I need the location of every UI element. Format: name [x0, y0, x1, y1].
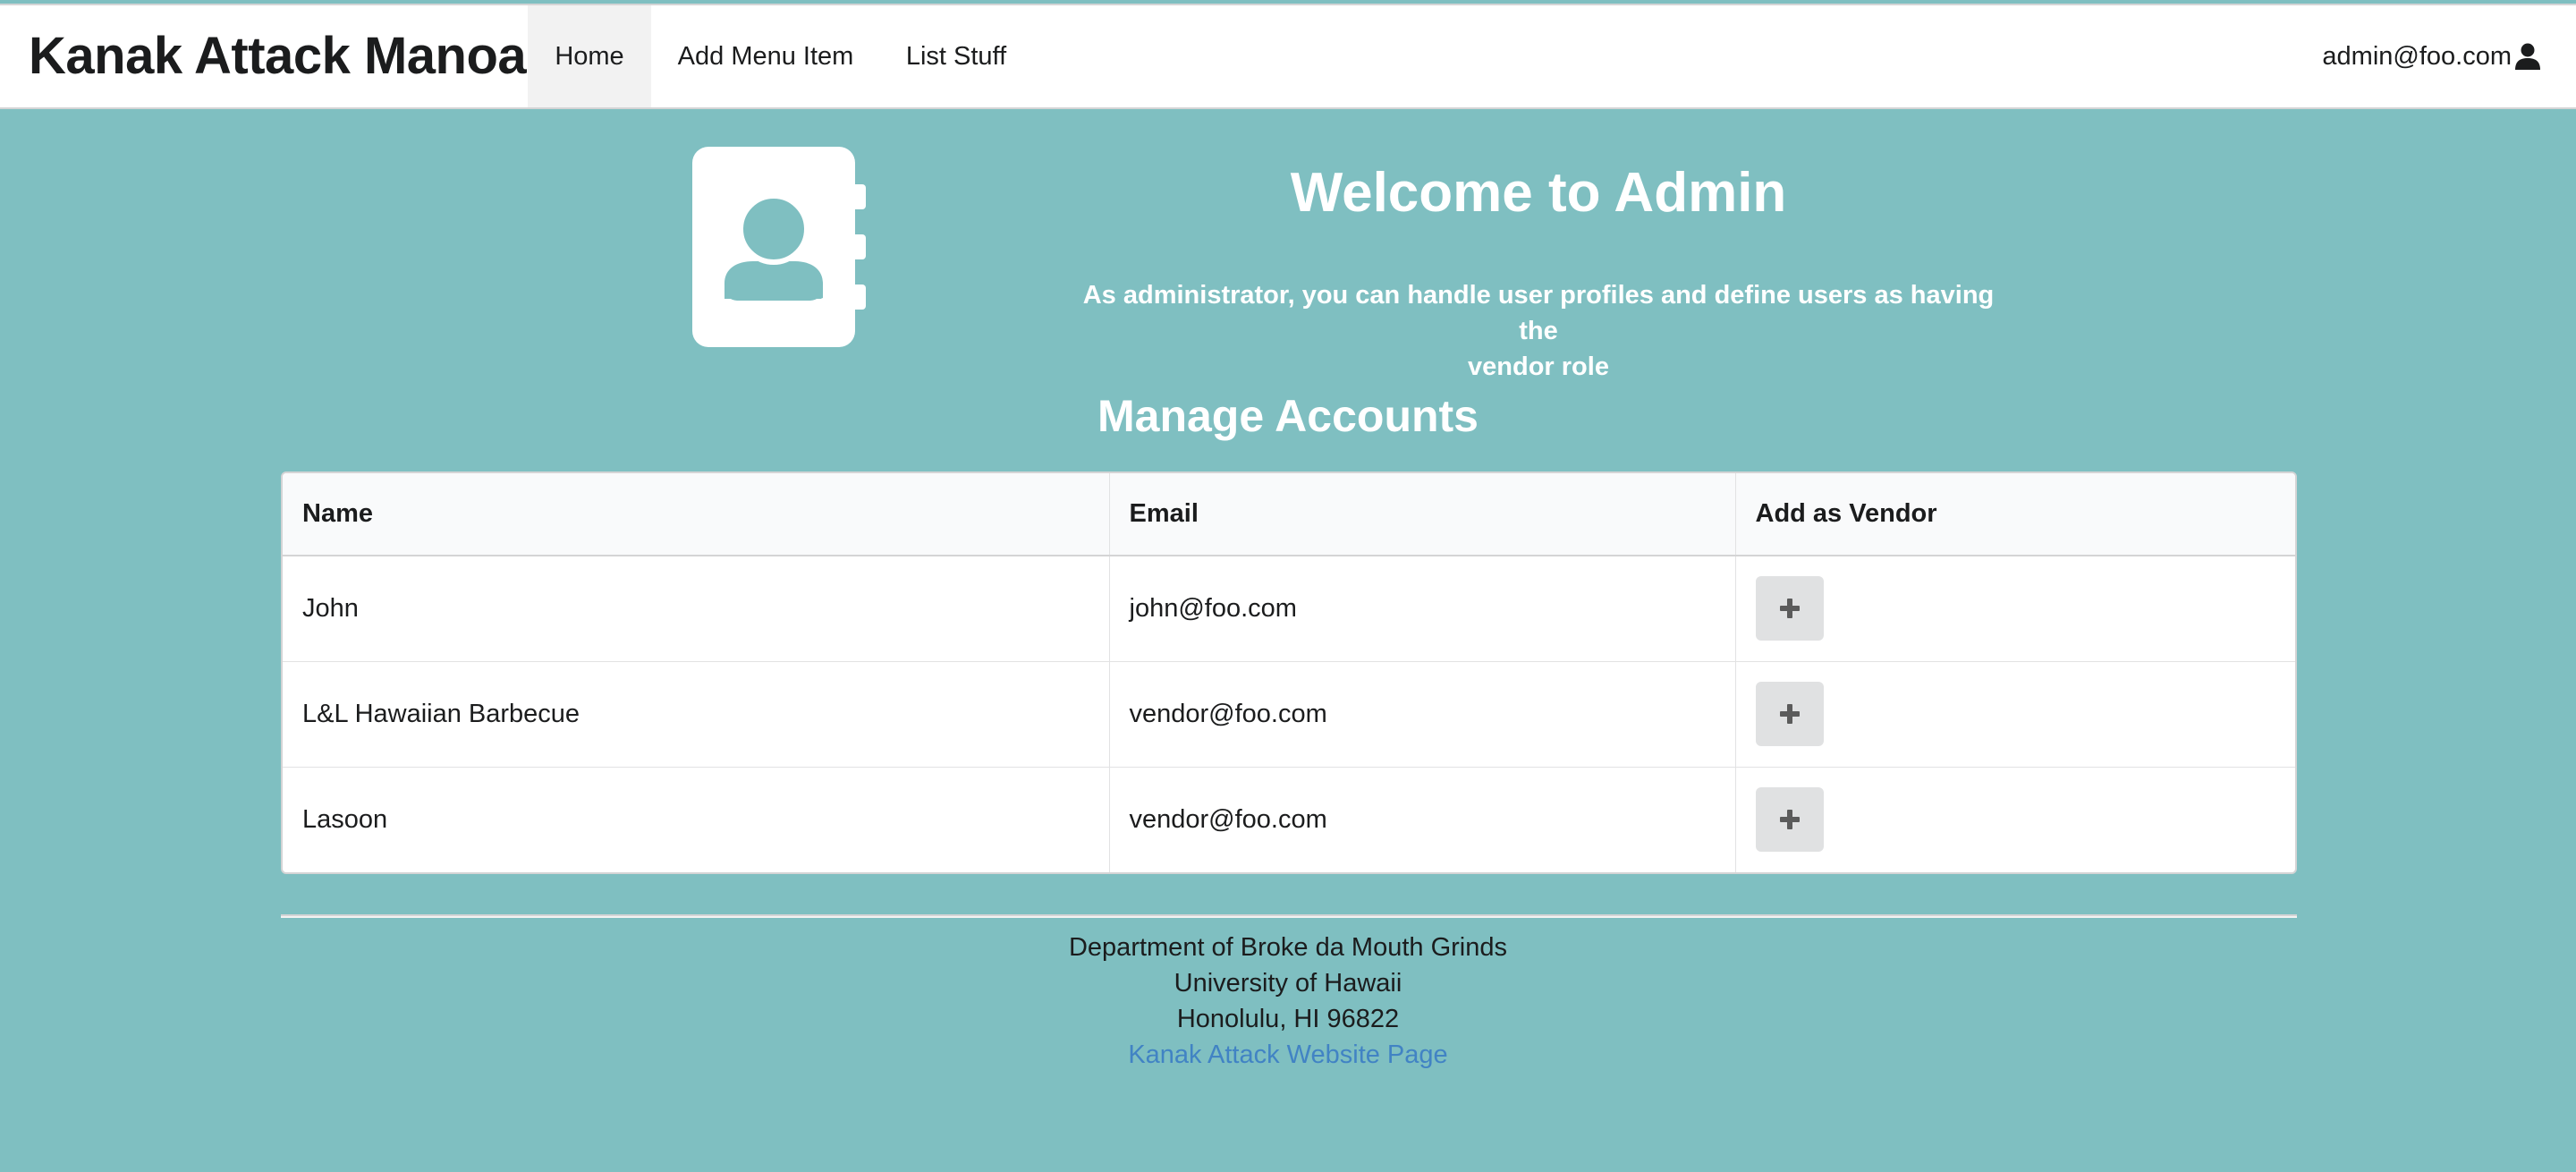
user-icon [2515, 43, 2540, 70]
table-header-row: Name Email Add as Vendor [283, 473, 2295, 556]
welcome-description-line1: As administrator, you can handle user pr… [1082, 281, 1995, 345]
cell-email: john@foo.com [1108, 556, 1735, 661]
welcome-description-line2: vendor role [1468, 352, 1609, 381]
footer-university: University of Hawaii [1174, 969, 1402, 998]
welcome-description: As administrator, you can handle user pr… [1073, 277, 2004, 385]
table-row: Lasoon vendor@foo.com [283, 766, 2295, 872]
cell-name: L&L Hawaiian Barbecue [283, 660, 1109, 767]
accounts-table: Name Email Add as Vendor John john@foo.c… [281, 471, 2297, 874]
user-email: admin@foo.com [2322, 41, 2512, 71]
column-header-name: Name [283, 473, 1109, 556]
table-row: L&L Hawaiian Barbecue vendor@foo.com [283, 660, 2295, 767]
footer: Department of Broke da Mouth Grinds Univ… [0, 930, 2576, 1073]
column-header-email: Email [1108, 473, 1735, 556]
footer-website-link[interactable]: Kanak Attack Website Page [1128, 1040, 1447, 1069]
manage-accounts-heading: Manage Accounts [1097, 391, 1479, 441]
plus-icon [1779, 704, 1800, 724]
cell-action [1734, 766, 2295, 872]
plus-icon [1779, 810, 1800, 830]
column-header-add-as-vendor: Add as Vendor [1734, 473, 2295, 556]
footer-address: Honolulu, HI 96822 [1176, 1005, 1400, 1033]
cell-action [1734, 556, 2295, 661]
add-vendor-button[interactable] [1755, 682, 1824, 746]
footer-divider [281, 914, 2297, 918]
cell-name: Lasoon [283, 766, 1109, 872]
nav-item-list-stuff[interactable]: List Stuff [880, 5, 1032, 107]
brand-title[interactable]: Kanak Attack Manoa [29, 5, 527, 107]
add-vendor-button[interactable] [1755, 576, 1824, 641]
user-menu[interactable]: admin@foo.com [2322, 5, 2540, 107]
top-navbar: Kanak Attack Manoa Home Add Menu Item Li… [0, 4, 2576, 109]
add-vendor-button[interactable] [1755, 787, 1824, 853]
cell-action [1734, 660, 2295, 767]
table-row: John john@foo.com [283, 556, 2295, 661]
cell-email: vendor@foo.com [1108, 660, 1735, 767]
welcome-heading: Welcome to Admin [1290, 162, 1787, 224]
cell-email: vendor@foo.com [1108, 766, 1735, 872]
nav-item-add-menu-item[interactable]: Add Menu Item [651, 5, 880, 107]
footer-department: Department of Broke da Mouth Grinds [1068, 933, 1507, 962]
nav-item-home[interactable]: Home [528, 5, 651, 107]
plus-icon [1779, 599, 1800, 619]
address-book-icon [692, 147, 866, 347]
cell-name: John [302, 593, 359, 623]
